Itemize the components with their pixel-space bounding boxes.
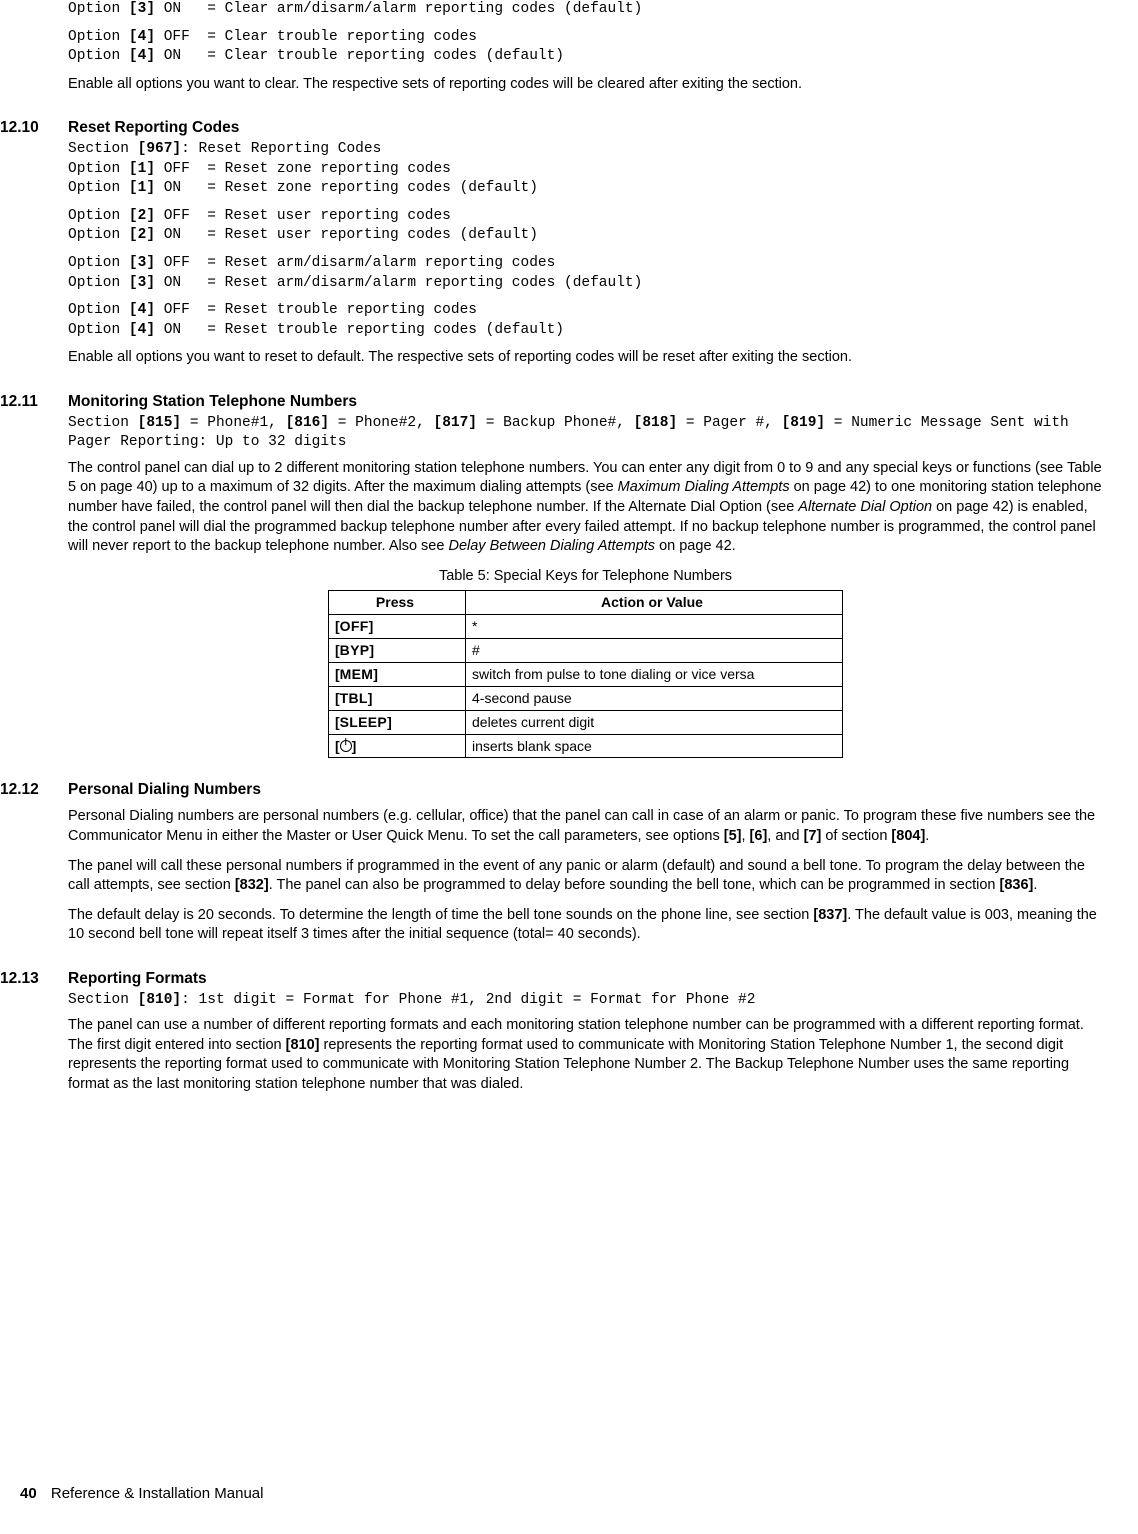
section-heading: Reporting Formats (68, 969, 1103, 990)
option-line: Option [4] ON = Clear trouble reporting … (68, 47, 1103, 67)
section-paragraph: The control panel can dial up to 2 diffe… (68, 459, 1103, 557)
table-row: [MEM]switch from pulse to tone dialing o… (329, 662, 843, 686)
press-cell: [BYP] (329, 639, 466, 663)
section-12-13: 12.13 Reporting Formats Section [810]: 1… (0, 969, 1103, 1105)
page-number: 40 (20, 1485, 37, 1502)
special-keys-table: Press Action or Value [OFF]*[BYP]#[MEM]s… (328, 590, 843, 758)
table-caption: Table 5: Special Keys for Telephone Numb… (68, 567, 1103, 587)
section-line: Section [815] = Phone#1, [816] = Phone#2… (68, 414, 1103, 453)
table-row: []inserts blank space (329, 734, 843, 758)
section-number: 12.12 (0, 780, 68, 954)
action-cell: 4-second pause (466, 686, 843, 710)
table-row: [OFF]* (329, 615, 843, 639)
press-cell: [] (329, 734, 466, 758)
section-line: Section [810]: 1st digit = Format for Ph… (68, 991, 1103, 1011)
section-note: Enable all options you want to reset to … (68, 348, 1103, 368)
action-cell: inserts blank space (466, 734, 843, 758)
option-line: Option [2] OFF = Reset user reporting co… (68, 207, 1103, 227)
action-cell: * (466, 615, 843, 639)
footer-title: Reference & Installation Manual (51, 1485, 264, 1502)
leadin-block: Option [3] ON = Clear arm/disarm/alarm r… (0, 0, 1103, 104)
section-paragraph: Personal Dialing numbers are personal nu… (68, 807, 1103, 846)
option-line: Option [1] OFF = Reset zone reporting co… (68, 160, 1103, 180)
section-paragraph: The default delay is 20 seconds. To dete… (68, 906, 1103, 945)
option-line: Option [3] ON = Clear arm/disarm/alarm r… (68, 0, 1103, 20)
section-12-11: 12.11 Monitoring Station Telephone Numbe… (0, 392, 1103, 767)
press-cell: [TBL] (329, 686, 466, 710)
action-cell: deletes current digit (466, 710, 843, 734)
section-heading: Personal Dialing Numbers (68, 780, 1103, 801)
press-cell: [OFF] (329, 615, 466, 639)
table-header-press: Press (329, 591, 466, 615)
option-line: Option [3] OFF = Reset arm/disarm/alarm … (68, 254, 1103, 274)
section-12-10: 12.10 Reset Reporting Codes Section [967… (0, 118, 1103, 378)
power-icon (340, 740, 352, 752)
action-cell: # (466, 639, 843, 663)
section-paragraph: The panel will call these personal numbe… (68, 857, 1103, 896)
leadin-note: Enable all options you want to clear. Th… (68, 75, 1103, 95)
option-line: Option [2] ON = Reset user reporting cod… (68, 226, 1103, 246)
option-line: Option [4] OFF = Clear trouble reporting… (68, 28, 1103, 48)
section-paragraph: The panel can use a number of different … (68, 1016, 1103, 1094)
table-row: [TBL]4-second pause (329, 686, 843, 710)
press-cell: [MEM] (329, 662, 466, 686)
press-cell: [SLEEP] (329, 710, 466, 734)
section-heading: Monitoring Station Telephone Numbers (68, 392, 1103, 413)
section-number: 12.10 (0, 118, 68, 378)
option-line: Option [1] ON = Reset zone reporting cod… (68, 179, 1103, 199)
option-line: Option [4] OFF = Reset trouble reporting… (68, 301, 1103, 321)
section-12-12: 12.12 Personal Dialing Numbers Personal … (0, 780, 1103, 954)
option-line: Option [4] ON = Reset trouble reporting … (68, 321, 1103, 341)
section-number: 12.13 (0, 969, 68, 1105)
section-line: Section [967]: Reset Reporting Codes (68, 140, 1103, 160)
table-row: [BYP]# (329, 639, 843, 663)
page-footer: 40 Reference & Installation Manual (20, 1484, 263, 1504)
section-heading: Reset Reporting Codes (68, 118, 1103, 139)
action-cell: switch from pulse to tone dialing or vic… (466, 662, 843, 686)
section-number: 12.11 (0, 392, 68, 767)
table-header-action: Action or Value (466, 591, 843, 615)
table-row: [SLEEP]deletes current digit (329, 710, 843, 734)
option-line: Option [3] ON = Reset arm/disarm/alarm r… (68, 274, 1103, 294)
